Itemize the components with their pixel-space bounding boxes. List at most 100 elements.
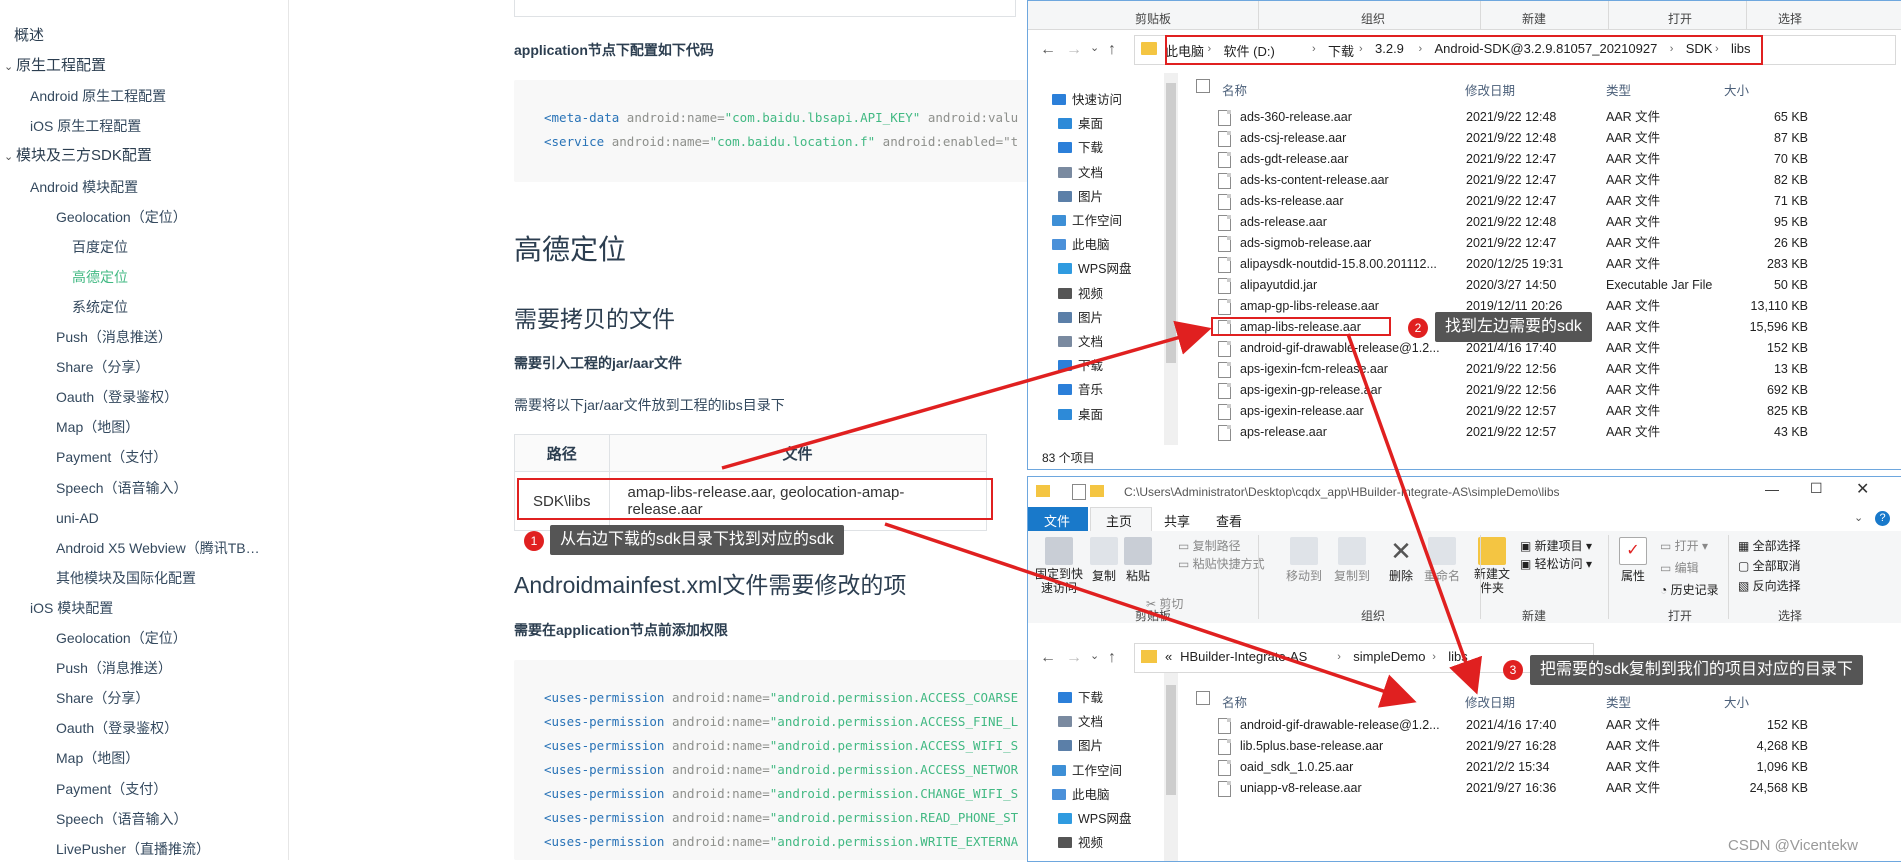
code-line: <uses-permission android:name="android.p…: [544, 738, 1019, 753]
file-size: 43 KB: [1773, 425, 1808, 439]
sidebar-item[interactable]: Speech（语音输入）: [56, 809, 187, 829]
sidebar-item[interactable]: Android 模块配置: [30, 177, 138, 197]
code-line: <meta-data android:name="com.baidu.lbsap…: [544, 110, 1019, 125]
sidebar-item[interactable]: Android X5 Webview（腾讯TB…: [56, 538, 260, 558]
sidebar-item[interactable]: Geolocation（定位）: [56, 207, 187, 227]
file-row[interactable]: aps-igexin-fcm-release.aar 2021/9/22 12:5…: [1218, 359, 1818, 379]
sidebar-item-label: Map（地图）: [56, 750, 140, 767]
sidebar-item-label: Speech（语音输入）: [56, 810, 188, 827]
file-type: AAR 文件: [1606, 236, 1661, 250]
sidebar-item[interactable]: 百度定位: [72, 237, 128, 257]
sidebar-item-label: Speech（语音输入）: [56, 479, 188, 496]
sidebar-item[interactable]: Payment（支付）: [56, 447, 167, 467]
file-size: 71 KB: [1773, 194, 1808, 208]
file-size: 13,110 KB: [1750, 299, 1808, 313]
file-row[interactable]: uniapp-v8-release.aar 2021/9/27 16:36 AAR …: [1218, 778, 1818, 798]
file-type: AAR 文件: [1606, 299, 1661, 313]
sidebar-item[interactable]: Android 原生工程配置: [30, 86, 166, 106]
step-badge-1: 1: [524, 531, 544, 551]
file-type: AAR 文件: [1606, 341, 1661, 355]
sidebar-item[interactable]: Oauth（登录鉴权）: [56, 718, 178, 738]
code-line: <uses-permission android:name="android.p…: [544, 834, 1019, 849]
file-row[interactable]: alipaysdk-noutdid-15.8.00.201112... 2020/…: [1218, 254, 1818, 274]
step-badge-2: 2: [1408, 318, 1428, 338]
sidebar-item[interactable]: ⌄ 模块及三方SDK配置: [4, 146, 152, 167]
sidebar-item-label: Android 原生工程配置: [30, 88, 167, 105]
table-header-path: 路径: [514, 434, 610, 472]
file-type: AAR 文件: [1606, 739, 1661, 753]
libs-description: 需要将以下jar/aar文件放到工程的libs目录下: [514, 397, 785, 413]
sidebar-item[interactable]: Share（分享）: [56, 357, 149, 377]
file-icon: [1218, 341, 1231, 357]
file-list: ads-360-release.aar 2021/9/22 12:48 AAR 文件…: [1028, 1, 1901, 469]
file-row[interactable]: oaid_sdk_1.0.25.aar 2021/2/2 15:34 AAR 文件 1…: [1218, 757, 1818, 777]
sidebar-item[interactable]: Share（分享）: [56, 688, 149, 708]
sidebar-item[interactable]: Oauth（登录鉴权）: [56, 387, 178, 407]
sidebar-item[interactable]: Map（地图）: [56, 417, 139, 437]
file-row[interactable]: ads-ks-content-release.aar 2021/9/22 12:4…: [1218, 170, 1818, 190]
file-row[interactable]: aps-release.aar 2021/9/22 12:57 AAR 文件 43 K…: [1218, 422, 1818, 442]
sidebar-item-label: iOS 模块配置: [30, 599, 114, 616]
file-icon: [1218, 362, 1231, 378]
code-block-permissions: <uses-permission android:name="android.p…: [514, 660, 1029, 860]
file-type: AAR 文件: [1606, 194, 1661, 208]
sidebar-item[interactable]: Speech（语音输入）: [56, 478, 187, 498]
sidebar-item-label: Push（消息推送）: [56, 660, 172, 677]
file-type: AAR 文件: [1606, 257, 1661, 271]
explorer-window-sdk: 剪贴板 组织 新建 打开 选择 ← → ⌄ ↑ 此电脑 › 软件 (D:) › 下载 › 3…: [1027, 0, 1901, 470]
file-name: aps-release.aar: [1240, 425, 1327, 439]
file-date: 2021/9/22 12:56: [1466, 362, 1557, 376]
sidebar-item-label: Payment（支付）: [56, 780, 168, 797]
file-name: ads-sigmob-release.aar: [1240, 236, 1372, 250]
file-icon: [1218, 173, 1231, 189]
file-size: 82 KB: [1773, 173, 1808, 187]
sidebar-item[interactable]: 概述: [14, 26, 44, 46]
sidebar-item-label: Payment（支付）: [56, 449, 168, 466]
file-type: AAR 文件: [1606, 718, 1661, 732]
file-row[interactable]: ads-360-release.aar 2021/9/22 12:48 AAR 文件…: [1218, 107, 1818, 127]
file-icon: [1218, 257, 1231, 273]
file-name: alipaysdk-noutdid-15.8.00.201112...: [1240, 257, 1437, 271]
file-name: lib.5plus.base-release.aar: [1240, 739, 1384, 753]
sidebar-item[interactable]: Push（消息推送）: [56, 327, 172, 347]
chevron-down-icon[interactable]: ⌄: [4, 57, 14, 77]
sidebar-item[interactable]: Payment（支付）: [56, 779, 167, 799]
file-icon: [1218, 110, 1231, 126]
file-name: uniapp-v8-release.aar: [1240, 781, 1362, 795]
sidebar-item[interactable]: LivePusher（直播推流）: [56, 839, 210, 859]
file-size: 825 KB: [1766, 404, 1808, 418]
code-line: <uses-permission android:name="android.p…: [544, 690, 1019, 705]
sidebar-item[interactable]: 系统定位: [72, 297, 128, 317]
file-name: ads-release.aar: [1240, 215, 1327, 229]
file-row[interactable]: ads-gdt-release.aar 2021/9/22 12:47 AAR 文件…: [1218, 149, 1818, 169]
sidebar-item[interactable]: 其他模块及国际化配置: [56, 568, 196, 588]
file-type: AAR 文件: [1606, 760, 1661, 774]
file-type: AAR 文件: [1606, 781, 1661, 795]
sidebar-item[interactable]: 高德定位: [72, 267, 128, 287]
sidebar-item[interactable]: iOS 模块配置: [30, 598, 113, 618]
file-row[interactable]: alipayutdid.jar 2020/3/27 14:50 Executable…: [1218, 275, 1818, 295]
highlight-box-file: [1211, 317, 1391, 336]
sidebar-item[interactable]: uni-AD: [56, 508, 99, 528]
doc-content: application节点下配置如下代码 <meta-data android:…: [289, 0, 1029, 860]
sidebar-item[interactable]: Map（地图）: [56, 748, 139, 768]
file-type: AAR 文件: [1606, 320, 1661, 334]
file-row[interactable]: ads-csj-release.aar 2021/9/22 12:48 AAR 文件…: [1218, 128, 1818, 148]
file-icon: [1218, 718, 1231, 734]
file-row[interactable]: android-gif-drawable-release@1.2... 2021/…: [1218, 715, 1818, 735]
file-row[interactable]: lib.5plus.base-release.aar 2021/9/27 16:2…: [1218, 736, 1818, 756]
sidebar-item[interactable]: ⌄ 原生工程配置: [4, 56, 106, 77]
sidebar-item-label: 概述: [14, 27, 45, 44]
file-row[interactable]: ads-sigmob-release.aar 2021/9/22 12:47 AAR…: [1218, 233, 1818, 253]
file-row[interactable]: aps-igexin-gp-release.aar 2021/9/22 12:56…: [1218, 380, 1818, 400]
file-type: AAR 文件: [1606, 110, 1661, 124]
chevron-down-icon[interactable]: ⌄: [4, 147, 14, 167]
file-row[interactable]: ads-ks-release.aar 2021/9/22 12:47 AAR 文件 7…: [1218, 191, 1818, 211]
file-date: 2020/3/27 14:50: [1466, 278, 1557, 292]
file-type: AAR 文件: [1606, 152, 1661, 166]
sidebar-item[interactable]: Geolocation（定位）: [56, 628, 187, 648]
file-row[interactable]: aps-igexin-release.aar 2021/9/22 12:57 AAR…: [1218, 401, 1818, 421]
sidebar-item[interactable]: iOS 原生工程配置: [30, 116, 141, 136]
sidebar-item[interactable]: Push（消息推送）: [56, 658, 172, 678]
file-row[interactable]: ads-release.aar 2021/9/22 12:48 AAR 文件 95 K…: [1218, 212, 1818, 232]
